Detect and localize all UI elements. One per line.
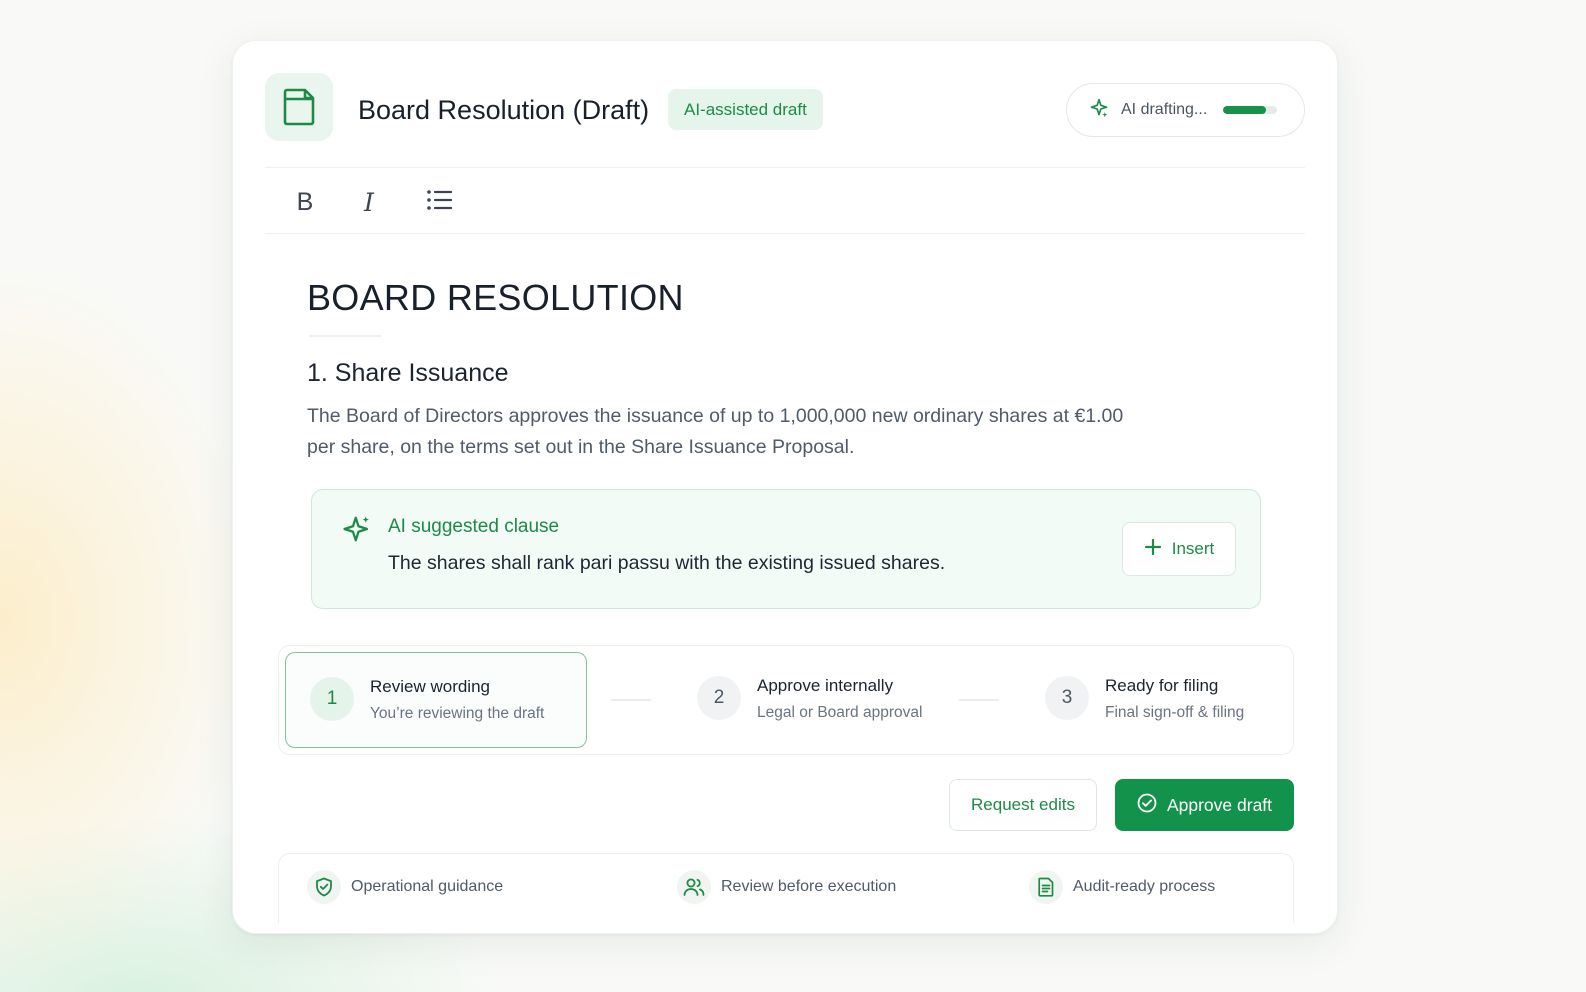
step-subtitle: You’re reviewing the draft (370, 705, 545, 722)
feature-review-before-execution: Review before execution (677, 870, 896, 904)
step-number: 1 (310, 677, 354, 721)
step-approve-internally[interactable]: 2 Approve internally Legal or Board appr… (673, 652, 973, 748)
resolution-card: Board Resolution (Draft) AI-assisted dra… (232, 40, 1338, 934)
feature-label: Operational guidance (351, 878, 504, 895)
step-title: Ready for filing (1105, 676, 1219, 695)
document-list-icon (1029, 870, 1063, 904)
ai-suggestion-text: The shares shall rank pari passu with th… (388, 552, 946, 574)
feature-audit-ready-process: Audit-ready process (1029, 870, 1215, 904)
bulleted-list-button[interactable] (423, 186, 455, 218)
bold-button[interactable]: B (289, 186, 321, 218)
page-title: Board Resolution (Draft) (358, 95, 650, 125)
step-subtitle: Final sign-off & filing (1105, 704, 1245, 721)
ai-assisted-badge: AI-assisted draft (668, 89, 823, 130)
ai-drafting-status: AI drafting... (1066, 83, 1305, 137)
feature-label: Review before execution (721, 878, 897, 895)
approve-draft-label: Approve draft (1166, 794, 1273, 815)
feature-operational-guidance: Operational guidance (307, 870, 503, 904)
insert-label: Insert (1171, 539, 1215, 558)
step-number: 2 (697, 676, 741, 720)
sparkle-icon (342, 514, 372, 549)
plus-icon (1144, 538, 1162, 561)
feature-label: Audit-ready process (1073, 878, 1216, 895)
approval-steps: 1 Review wording You’re reviewing the dr… (278, 645, 1294, 755)
features-footer: Operational guidance Review before execu… (278, 853, 1294, 923)
italic-button[interactable]: I (353, 186, 385, 218)
ai-progress-fill (1223, 106, 1267, 114)
ai-suggestion-box: AI suggested clause The shares shall ran… (311, 489, 1261, 609)
document-heading: BOARD RESOLUTION (307, 277, 684, 318)
step-title: Review wording (370, 677, 490, 696)
step-title: Approve internally (757, 676, 894, 695)
approve-draft-button[interactable]: Approve draft (1115, 779, 1294, 831)
bulleted-list-icon (426, 189, 453, 216)
heading-divider (309, 335, 381, 337)
step-ready-for-filing[interactable]: 3 Ready for filing Final sign-off & fili… (1021, 652, 1291, 748)
request-edits-button[interactable]: Request edits (949, 779, 1097, 831)
step-number: 3 (1045, 676, 1089, 720)
users-icon (677, 870, 711, 904)
format-toolbar: B I (265, 167, 1305, 234)
header: Board Resolution (Draft) AI-assisted dra… (265, 73, 1305, 143)
resolution-body-text: The Board of Directors approves the issu… (307, 405, 1124, 458)
ai-suggestion-title: AI suggested clause (388, 516, 560, 537)
insert-button[interactable]: Insert (1122, 522, 1236, 576)
check-circle-icon (1137, 793, 1157, 818)
step-connector (611, 699, 651, 701)
step-connector (959, 699, 999, 701)
shield-check-icon (307, 870, 341, 904)
sparkle-icon (1089, 98, 1109, 123)
step-subtitle: Legal or Board approval (757, 704, 923, 721)
ai-status-label: AI drafting... (1121, 101, 1208, 118)
document-icon (265, 73, 333, 141)
section-title: 1. Share Issuance (307, 359, 509, 387)
step-review-wording[interactable]: 1 Review wording You’re reviewing the dr… (285, 652, 587, 748)
ai-progress-bar (1223, 106, 1278, 114)
